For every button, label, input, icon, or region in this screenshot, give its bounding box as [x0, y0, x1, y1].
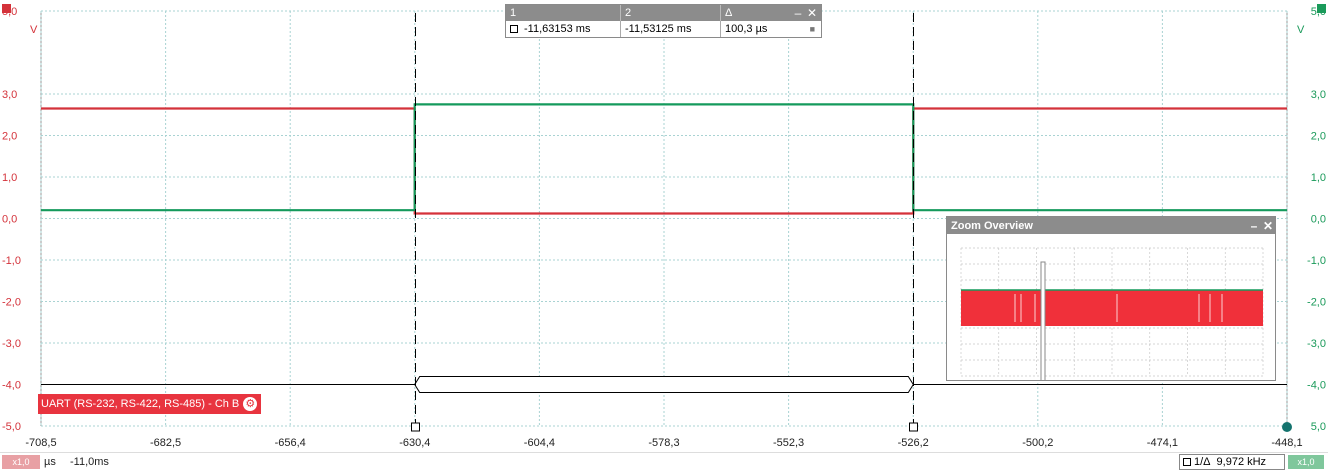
measurement-value-delta: 100,3 µs	[725, 23, 768, 35]
x-tick-label: -630,4	[399, 437, 430, 449]
right-tick-label: -3,0	[1307, 338, 1326, 350]
measurement-value-2: -11,53125 ms	[625, 23, 692, 35]
x-tick-label: -656,4	[275, 437, 306, 449]
left-axis-unit: V	[30, 24, 38, 36]
left-zoom-badge[interactable]: x1,0	[2, 455, 40, 469]
left-tick-label: -5,0	[2, 421, 21, 433]
left-tick-label: -2,0	[2, 297, 21, 309]
decoder-label[interactable]: UART (RS-232, RS-422, RS-485) - Ch B ⚙	[38, 394, 262, 414]
gear-icon[interactable]: ⚙	[243, 397, 258, 411]
right-axis-unit: V	[1297, 24, 1305, 36]
x-tick-label: -448,1	[1271, 437, 1302, 449]
bus-frame	[414, 376, 914, 393]
zoom-overview-plot[interactable]	[947, 234, 1275, 389]
right-tick-label: -4,0	[1307, 380, 1326, 392]
right-tick-label: 5,0	[1311, 421, 1326, 433]
cursor-handle-1[interactable]	[411, 422, 420, 432]
measurement-header-2: 2	[621, 5, 721, 21]
status-bar: x1,0 µs -11,0ms 1/Δ 9,972 kHz x1,0	[0, 452, 1328, 472]
x-tick-label: -708,5	[25, 437, 56, 449]
right-tick-label: -2,0	[1307, 297, 1326, 309]
measurements-panel: 1 2 Δ – ✕ -11,63153 ms -11,53125 ms 100,…	[505, 4, 822, 38]
right-tick-label: 3,0	[1311, 89, 1326, 101]
left-tick-label: -3,0	[2, 338, 21, 350]
x-tick-label: -500,2	[1022, 437, 1053, 449]
zoom-overview-title: Zoom Overview	[951, 219, 1033, 232]
right-channel-marker	[1317, 4, 1326, 13]
frequency-readout: 1/Δ 9,972 kHz	[1179, 454, 1285, 470]
measurement-cell-2: -11,53125 ms	[621, 21, 721, 37]
right-tick-label: 1,0	[1311, 172, 1326, 184]
square-marker-icon	[1183, 458, 1191, 466]
frequency-label: 1/Δ	[1194, 456, 1211, 468]
time-unit: µs	[44, 456, 56, 468]
zoom-overview-panel[interactable]: Zoom Overview – ✕	[946, 216, 1276, 389]
frequency-value: 9,972 kHz	[1216, 456, 1267, 468]
right-tick-label: -1,0	[1307, 255, 1326, 267]
left-tick-label: 3,0	[2, 89, 17, 101]
zoom-overview-header: Zoom Overview – ✕	[947, 217, 1275, 234]
cursor-handle-2[interactable]	[909, 422, 918, 432]
right-channel-handle	[1282, 422, 1292, 432]
minimize-icon[interactable]: –	[1247, 219, 1261, 233]
measurement-cell-1: -11,63153 ms	[506, 21, 621, 37]
zoom-trace	[961, 290, 1263, 326]
left-tick-label: 2,0	[2, 131, 17, 143]
x-tick-label: -578,3	[648, 437, 679, 449]
measurement-header-1: 1	[506, 5, 621, 21]
left-tick-label: -4,0	[2, 380, 21, 392]
close-icon[interactable]: ✕	[805, 6, 819, 20]
decoder-label-text: UART (RS-232, RS-422, RS-485) - Ch B	[41, 398, 240, 410]
measurement-value-1: -11,63153 ms	[524, 23, 591, 35]
measurement-cell-delta: 100,3 µs ■	[721, 21, 819, 37]
left-tick-label: 0,0	[2, 214, 17, 226]
minimize-icon[interactable]: –	[791, 6, 805, 20]
left-tick-label: -1,0	[2, 255, 21, 267]
left-tick-label: 1,0	[2, 172, 17, 184]
right-zoom-badge[interactable]: x1,0	[1288, 455, 1324, 469]
x-tick-label: -552,3	[773, 437, 804, 449]
right-tick-label: 2,0	[1311, 131, 1326, 143]
square-marker-icon	[510, 25, 518, 33]
right-tick-label: 0,0	[1311, 214, 1326, 226]
measurement-header-delta: Δ	[725, 7, 733, 19]
left-channel-marker	[2, 4, 11, 13]
lock-icon[interactable]: ■	[810, 24, 815, 34]
zoom-window-handle[interactable]	[1040, 261, 1046, 389]
x-tick-label: -526,2	[898, 437, 929, 449]
close-icon[interactable]: ✕	[1261, 219, 1275, 233]
time-offset: -11,0ms	[70, 456, 109, 468]
x-tick-label: -682,5	[150, 437, 181, 449]
x-tick-label: -474,1	[1147, 437, 1178, 449]
x-tick-label: -604,4	[524, 437, 555, 449]
